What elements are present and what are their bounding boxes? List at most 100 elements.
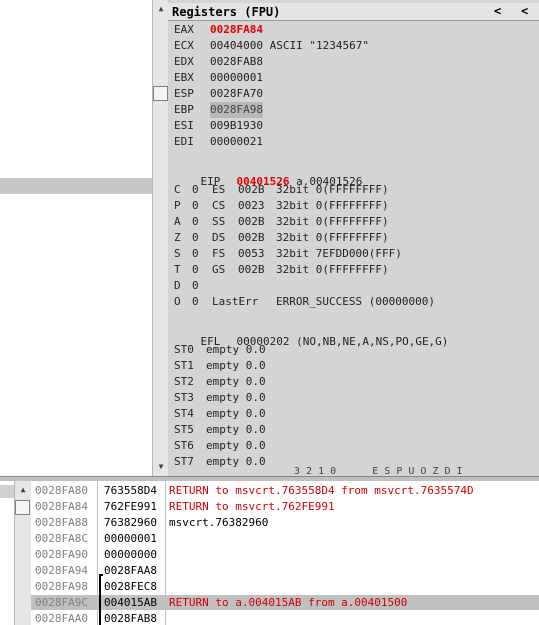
fpu-register-value[interactable]: empty 0.0 (206, 439, 266, 452)
segment-info: 32bit 0(FFFFFFFF) (276, 231, 389, 244)
stack-row[interactable]: 0028FA80 763558D4 RETURN to msvcrt.763558D… (31, 483, 539, 498)
stack-comment: RETURN to a.004015AB from a.00401500 (169, 596, 408, 609)
stack-row[interactable]: 0028FAA0 0028FAB8 (31, 611, 539, 625)
flag-row-d[interactable]: D0 (174, 278, 212, 294)
fpu-register-value[interactable]: empty 0.0 (206, 407, 266, 420)
register-name: EBP (174, 103, 194, 116)
fpu-register-st4[interactable]: ST4 empty 0.0 (174, 406, 266, 422)
register-value[interactable]: 009B1930 (210, 118, 263, 134)
register-ecx[interactable]: ECX 00404000 ASCII "1234567" (174, 38, 369, 54)
flag-value[interactable]: 0 (192, 246, 212, 262)
segment-name: ES (212, 183, 226, 196)
stack-value[interactable]: 76382960 (104, 515, 157, 530)
registers-pane[interactable]: Registers (FPU) < < EAX 0028FA84 ECX 004040… (168, 0, 539, 476)
scrollbar-thumb[interactable] (15, 500, 30, 515)
fpu-register-st3[interactable]: ST3 empty 0.0 (174, 390, 266, 406)
fpu-register-value[interactable]: empty 0.0 (206, 375, 266, 388)
segment-value[interactable]: 0053 (238, 246, 276, 262)
segment-value[interactable]: 002B (238, 262, 276, 278)
register-edi[interactable]: EDI 00000021 (174, 134, 263, 150)
disassembly-scrollbar[interactable]: ▲ ▼ (152, 0, 169, 476)
fpu-register-st1[interactable]: ST1 empty 0.0 (174, 358, 266, 374)
flag-value[interactable]: 0 (192, 182, 212, 198)
flag-value[interactable]: 0 (192, 294, 212, 310)
flag-row-s[interactable]: S 0 FS 0053 32bit 7EFDD000(FFF) (174, 246, 402, 262)
segment-value[interactable]: 002B (238, 230, 276, 246)
stack-value[interactable]: 00000000 (104, 547, 157, 562)
register-eax[interactable]: EAX 0028FA84 (174, 22, 263, 38)
stack-value[interactable]: 0028FAB8 (104, 611, 157, 625)
flag-value[interactable]: 0 (192, 230, 212, 246)
fpu-register-value[interactable]: empty 0.0 (206, 359, 266, 372)
fpu-register-st0[interactable]: ST0 empty 0.0 (174, 342, 266, 358)
fpu-register-st6[interactable]: ST6 empty 0.0 (174, 438, 266, 454)
stack-value[interactable]: 00000001 (104, 531, 157, 546)
flag-name: O (174, 295, 181, 308)
register-comment: ASCII "1234567" (269, 39, 369, 52)
register-value[interactable]: 0028FA70 (210, 86, 263, 102)
scroll-up-icon[interactable]: ▲ (16, 483, 30, 496)
dump-selected-row[interactable] (0, 485, 14, 498)
stack-value[interactable]: 0028FAA8 (104, 563, 157, 578)
disassembly-pane[interactable] (0, 0, 153, 476)
registers-title-bar[interactable]: Registers (FPU) < < (168, 3, 539, 21)
fpu-register-value[interactable]: empty 0.0 (206, 343, 266, 356)
stack-row[interactable]: 0028FA90 00000000 (31, 547, 539, 562)
dump-pane[interactable] (0, 481, 14, 625)
register-esp[interactable]: ESP 0028FA70 (174, 86, 263, 102)
register-edx[interactable]: EDX 0028FAB8 (174, 54, 263, 70)
stack-row-selected[interactable]: 0028FA9C 004015AB RETURN to a.004015AB fro… (31, 595, 539, 610)
register-value[interactable]: 00000001 (210, 70, 263, 86)
disassembly-selected-row[interactable] (0, 178, 152, 194)
stack-row[interactable]: 0028FA8C 00000001 (31, 531, 539, 546)
register-esi[interactable]: ESI 009B1930 (174, 118, 263, 134)
stack-value[interactable]: 763558D4 (104, 483, 157, 498)
dump-scrollbar[interactable]: ▲ (14, 481, 31, 625)
fpu-register-st2[interactable]: ST2 empty 0.0 (174, 374, 266, 390)
register-value[interactable]: 0028FAB8 (210, 54, 263, 70)
segment-value[interactable]: 0023 (238, 198, 276, 214)
stack-value[interactable]: 004015AB (104, 595, 157, 610)
stack-row[interactable]: 0028FA84 762FE991 RETURN to msvcrt.762FE99… (31, 499, 539, 514)
stack-pane[interactable]: 0028FA80 763558D4 RETURN to msvcrt.763558D… (31, 481, 539, 625)
register-value[interactable]: 00000021 (210, 134, 263, 150)
stack-row[interactable]: 0028FA98 0028FEC8 (31, 579, 539, 594)
flag-row-a[interactable]: A 0 SS 002B 32bit 0(FFFFFFFF) (174, 214, 389, 230)
flag-value[interactable]: 0 (192, 198, 212, 214)
flag-row-c[interactable]: C 0 ES 002B 32bit 0(FFFFFFFF) (174, 182, 389, 198)
register-ebx[interactable]: EBX 00000001 (174, 70, 263, 86)
scroll-down-icon[interactable]: ▼ (154, 460, 168, 473)
fpu-register-value[interactable]: empty 0.0 (206, 391, 266, 404)
stack-row[interactable]: 0028FA94 0028FAA8 (31, 563, 539, 578)
flag-name: D (174, 279, 181, 292)
fpu-register-value[interactable]: empty 0.0 (206, 423, 266, 436)
register-value[interactable]: 0028FA84 (210, 22, 263, 38)
flag-row-o[interactable]: O 0 LastErr ERROR_SUCCESS (00000000) (174, 294, 435, 310)
flag-row-p[interactable]: P 0 CS 0023 32bit 0(FFFFFFFF) (174, 198, 389, 214)
register-eip[interactable]: EIP 00401526 a.00401526 (174, 158, 363, 188)
segment-value[interactable]: 002B (238, 214, 276, 230)
register-ebp[interactable]: EBP 0028FA98 (174, 102, 263, 118)
flag-row-z[interactable]: Z 0 DS 002B 32bit 0(FFFFFFFF) (174, 230, 389, 246)
flag-value[interactable]: 0 (192, 278, 212, 294)
collapse-chevron-icon[interactable]: < (521, 4, 528, 18)
fpu-register-st5[interactable]: ST5 empty 0.0 (174, 422, 266, 438)
scroll-up-icon[interactable]: ▲ (154, 2, 168, 15)
fpu-register-st7[interactable]: ST7 empty 0.0 (174, 454, 266, 470)
scrollbar-thumb[interactable] (153, 86, 168, 101)
stack-value[interactable]: 762FE991 (104, 499, 157, 514)
flag-value[interactable]: 0 (192, 214, 212, 230)
register-value[interactable]: 0028FA98 (210, 102, 263, 118)
register-value[interactable]: 00404000 (210, 38, 263, 54)
stack-value[interactable]: 0028FEC8 (104, 579, 157, 594)
stack-row[interactable]: 0028FA88 76382960 msvcrt.76382960 (31, 515, 539, 530)
segment-value[interactable]: 002B (238, 182, 276, 198)
flag-name: Z (174, 231, 181, 244)
flag-row-t[interactable]: T 0 GS 002B 32bit 0(FFFFFFFF) (174, 262, 389, 278)
fpu-register-value[interactable]: empty 0.0 (206, 455, 266, 468)
flag-value[interactable]: 0 (192, 262, 212, 278)
register-efl[interactable]: EFL 00000202 (NO,NB,NE,A,NS,PO,GE,G) (174, 318, 449, 348)
collapse-chevron-icon[interactable]: < (494, 4, 501, 18)
stack-address: 0028FA88 (35, 516, 88, 529)
stack-frame-bracket (99, 574, 103, 625)
